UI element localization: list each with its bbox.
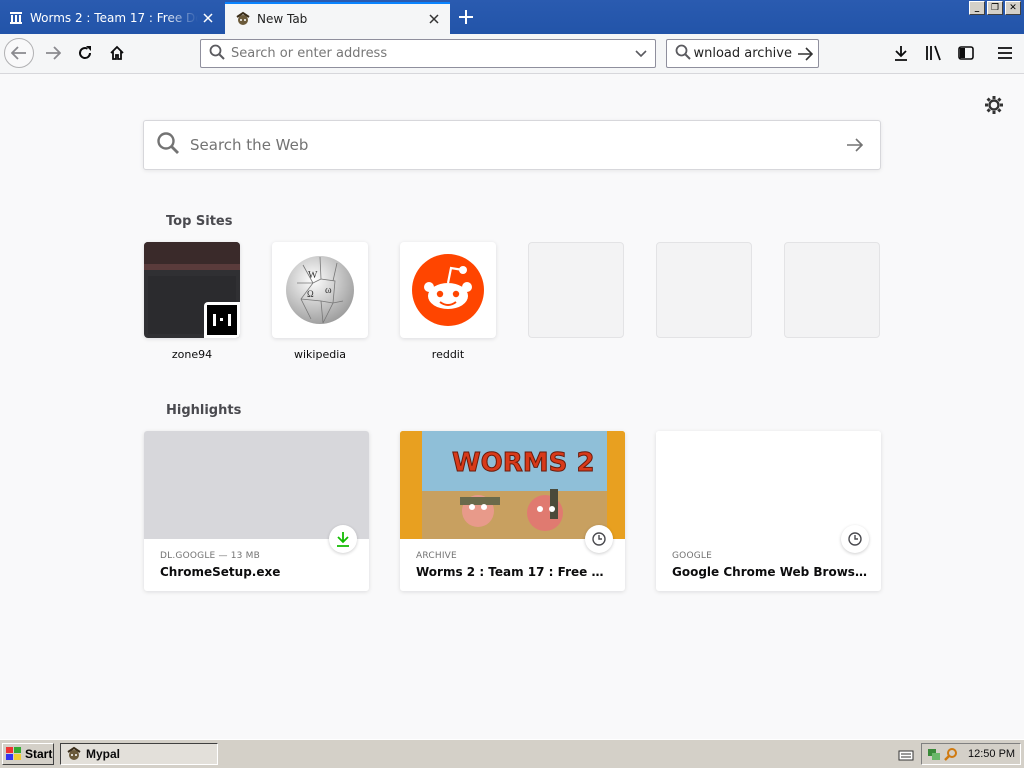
sidebar-button[interactable] <box>951 38 981 68</box>
tab-worms2[interactable]: Worms 2 : Team 17 : Free Download <box>0 2 224 34</box>
highlight-title: ChromeSetup.exe <box>160 565 281 579</box>
restore-button[interactable]: ❐ <box>987 1 1003 15</box>
url-bar[interactable] <box>200 39 656 68</box>
downloads-button[interactable] <box>886 38 916 68</box>
worms2-cover-image: WORMS 2 <box>400 431 625 539</box>
top-site-empty[interactable] <box>656 242 752 338</box>
worms2-cover-title: WORMS 2 <box>452 448 595 478</box>
site-tile[interactable]: W ω Ω <box>272 242 368 338</box>
top-site-reddit[interactable]: reddit <box>400 242 496 361</box>
clock-icon[interactable] <box>585 525 613 553</box>
back-button[interactable] <box>4 38 34 68</box>
highlight-title: Worms 2 : Team 17 : Free Downl... <box>416 565 611 579</box>
reload-icon <box>79 46 92 59</box>
highlight-meta: ARCHIVE <box>416 551 457 561</box>
top-site-empty[interactable] <box>528 242 624 338</box>
mypal-icon <box>235 11 251 27</box>
highlight-thumbnail <box>144 431 369 539</box>
close-tab-icon[interactable] <box>198 8 218 28</box>
site-tile[interactable] <box>400 242 496 338</box>
search-icon <box>209 44 225 64</box>
zone94-favicon <box>204 302 240 338</box>
highlight-card-chromesetup[interactable]: DL.GOOGLE — 13 MB ChromeSetup.exe <box>144 431 369 591</box>
window-controls: _ ❐ ✕ <box>969 1 1021 15</box>
start-label: Start <box>25 747 53 761</box>
navigation-toolbar: download archive <box>0 34 1024 74</box>
chevron-down-icon[interactable] <box>627 49 655 58</box>
start-button[interactable]: Start <box>2 743 54 765</box>
url-input[interactable] <box>231 46 627 61</box>
sidebar-icon <box>958 46 974 60</box>
clock-icon[interactable] <box>841 525 869 553</box>
highlight-title: Google Chrome Web Browser <box>672 565 867 579</box>
web-search-placeholder[interactable]: Search the Web <box>190 136 830 154</box>
empty-site-tile[interactable] <box>656 242 752 338</box>
highlight-meta: DL.GOOGLE — 13 MB <box>160 551 260 561</box>
top-site-wikipedia[interactable]: W ω Ω wikipedia <box>272 242 368 361</box>
taskbar: Start Mypal 12:50 PM <box>0 739 1024 768</box>
gear-icon[interactable] <box>984 95 1004 115</box>
forward-button[interactable] <box>38 38 68 68</box>
minimize-button[interactable]: _ <box>969 1 985 15</box>
back-arrow-icon <box>11 46 26 60</box>
tab-new-tab[interactable]: New Tab <box>225 2 450 34</box>
site-label: zone94 <box>171 348 213 361</box>
highlight-card-worms2[interactable]: WORMS 2 ARCHIVE Worms 2 : Team 17 : Free… <box>400 431 625 591</box>
library-button[interactable] <box>919 38 949 68</box>
download-icon[interactable] <box>329 525 357 553</box>
highlights-heading: Highlights <box>166 403 242 418</box>
home-button[interactable] <box>102 38 132 68</box>
top-sites-heading: Top Sites <box>166 214 233 229</box>
svg-text:W: W <box>308 270 318 281</box>
top-site-empty[interactable] <box>784 242 880 338</box>
close-window-button[interactable]: ✕ <box>1005 1 1021 15</box>
tab-strip: Worms 2 : Team 17 : Free Download New Ta… <box>0 0 1024 34</box>
keyboard-icon[interactable] <box>898 747 914 766</box>
menu-button[interactable] <box>990 38 1020 68</box>
search-bar[interactable]: download archive <box>666 39 819 68</box>
highlight-meta: GOOGLE <box>672 551 713 561</box>
highlight-thumbnail <box>656 431 881 539</box>
svg-text:Ω: Ω <box>307 289 314 299</box>
search-icon <box>675 44 691 64</box>
windows-logo-icon <box>6 747 21 760</box>
search-bar-text[interactable]: download archive <box>693 46 792 61</box>
download-icon <box>895 46 907 61</box>
taskbar-item-label: Mypal <box>86 747 121 761</box>
reload-button[interactable] <box>70 38 100 68</box>
home-icon <box>110 45 124 60</box>
site-label: reddit <box>431 348 465 361</box>
mypal-icon <box>67 746 81 760</box>
site-label: wikipedia <box>293 348 346 361</box>
library-icon <box>926 45 941 61</box>
empty-site-tile[interactable] <box>784 242 880 338</box>
search-icon <box>156 131 180 159</box>
archive-icon <box>8 10 24 26</box>
search-tray-icon <box>944 748 957 761</box>
taskbar-item-mypal[interactable]: Mypal <box>60 743 218 765</box>
forward-arrow-icon <box>46 46 61 60</box>
system-tray: 12:50 PM <box>921 743 1021 765</box>
new-tab-button[interactable] <box>452 4 480 30</box>
empty-site-tile[interactable] <box>528 242 624 338</box>
close-tab-icon[interactable] <box>424 9 444 29</box>
site-tile[interactable] <box>144 242 240 338</box>
wikipedia-globe-icon: W ω Ω <box>286 256 354 324</box>
tab-label: New Tab <box>257 12 308 26</box>
tab-label: Worms 2 : Team 17 : Free Download <box>30 11 198 25</box>
search-go-arrow-icon[interactable] <box>792 46 818 61</box>
plus-icon <box>459 10 473 24</box>
new-tab-page: Search the Web Top Sites zone94 W ω Ω wi… <box>0 75 1024 739</box>
clock: 12:50 PM <box>968 748 1016 760</box>
reddit-alien-icon <box>412 254 484 326</box>
arrow-right-icon[interactable] <box>830 138 880 152</box>
svg-text:ω: ω <box>325 285 332 296</box>
network-icon <box>928 749 940 760</box>
top-site-zone94[interactable]: zone94 <box>144 242 240 361</box>
highlight-card-google-chrome[interactable]: GOOGLE Google Chrome Web Browser <box>656 431 881 591</box>
web-search-box[interactable]: Search the Web <box>143 120 881 170</box>
hamburger-menu-icon <box>998 47 1012 59</box>
